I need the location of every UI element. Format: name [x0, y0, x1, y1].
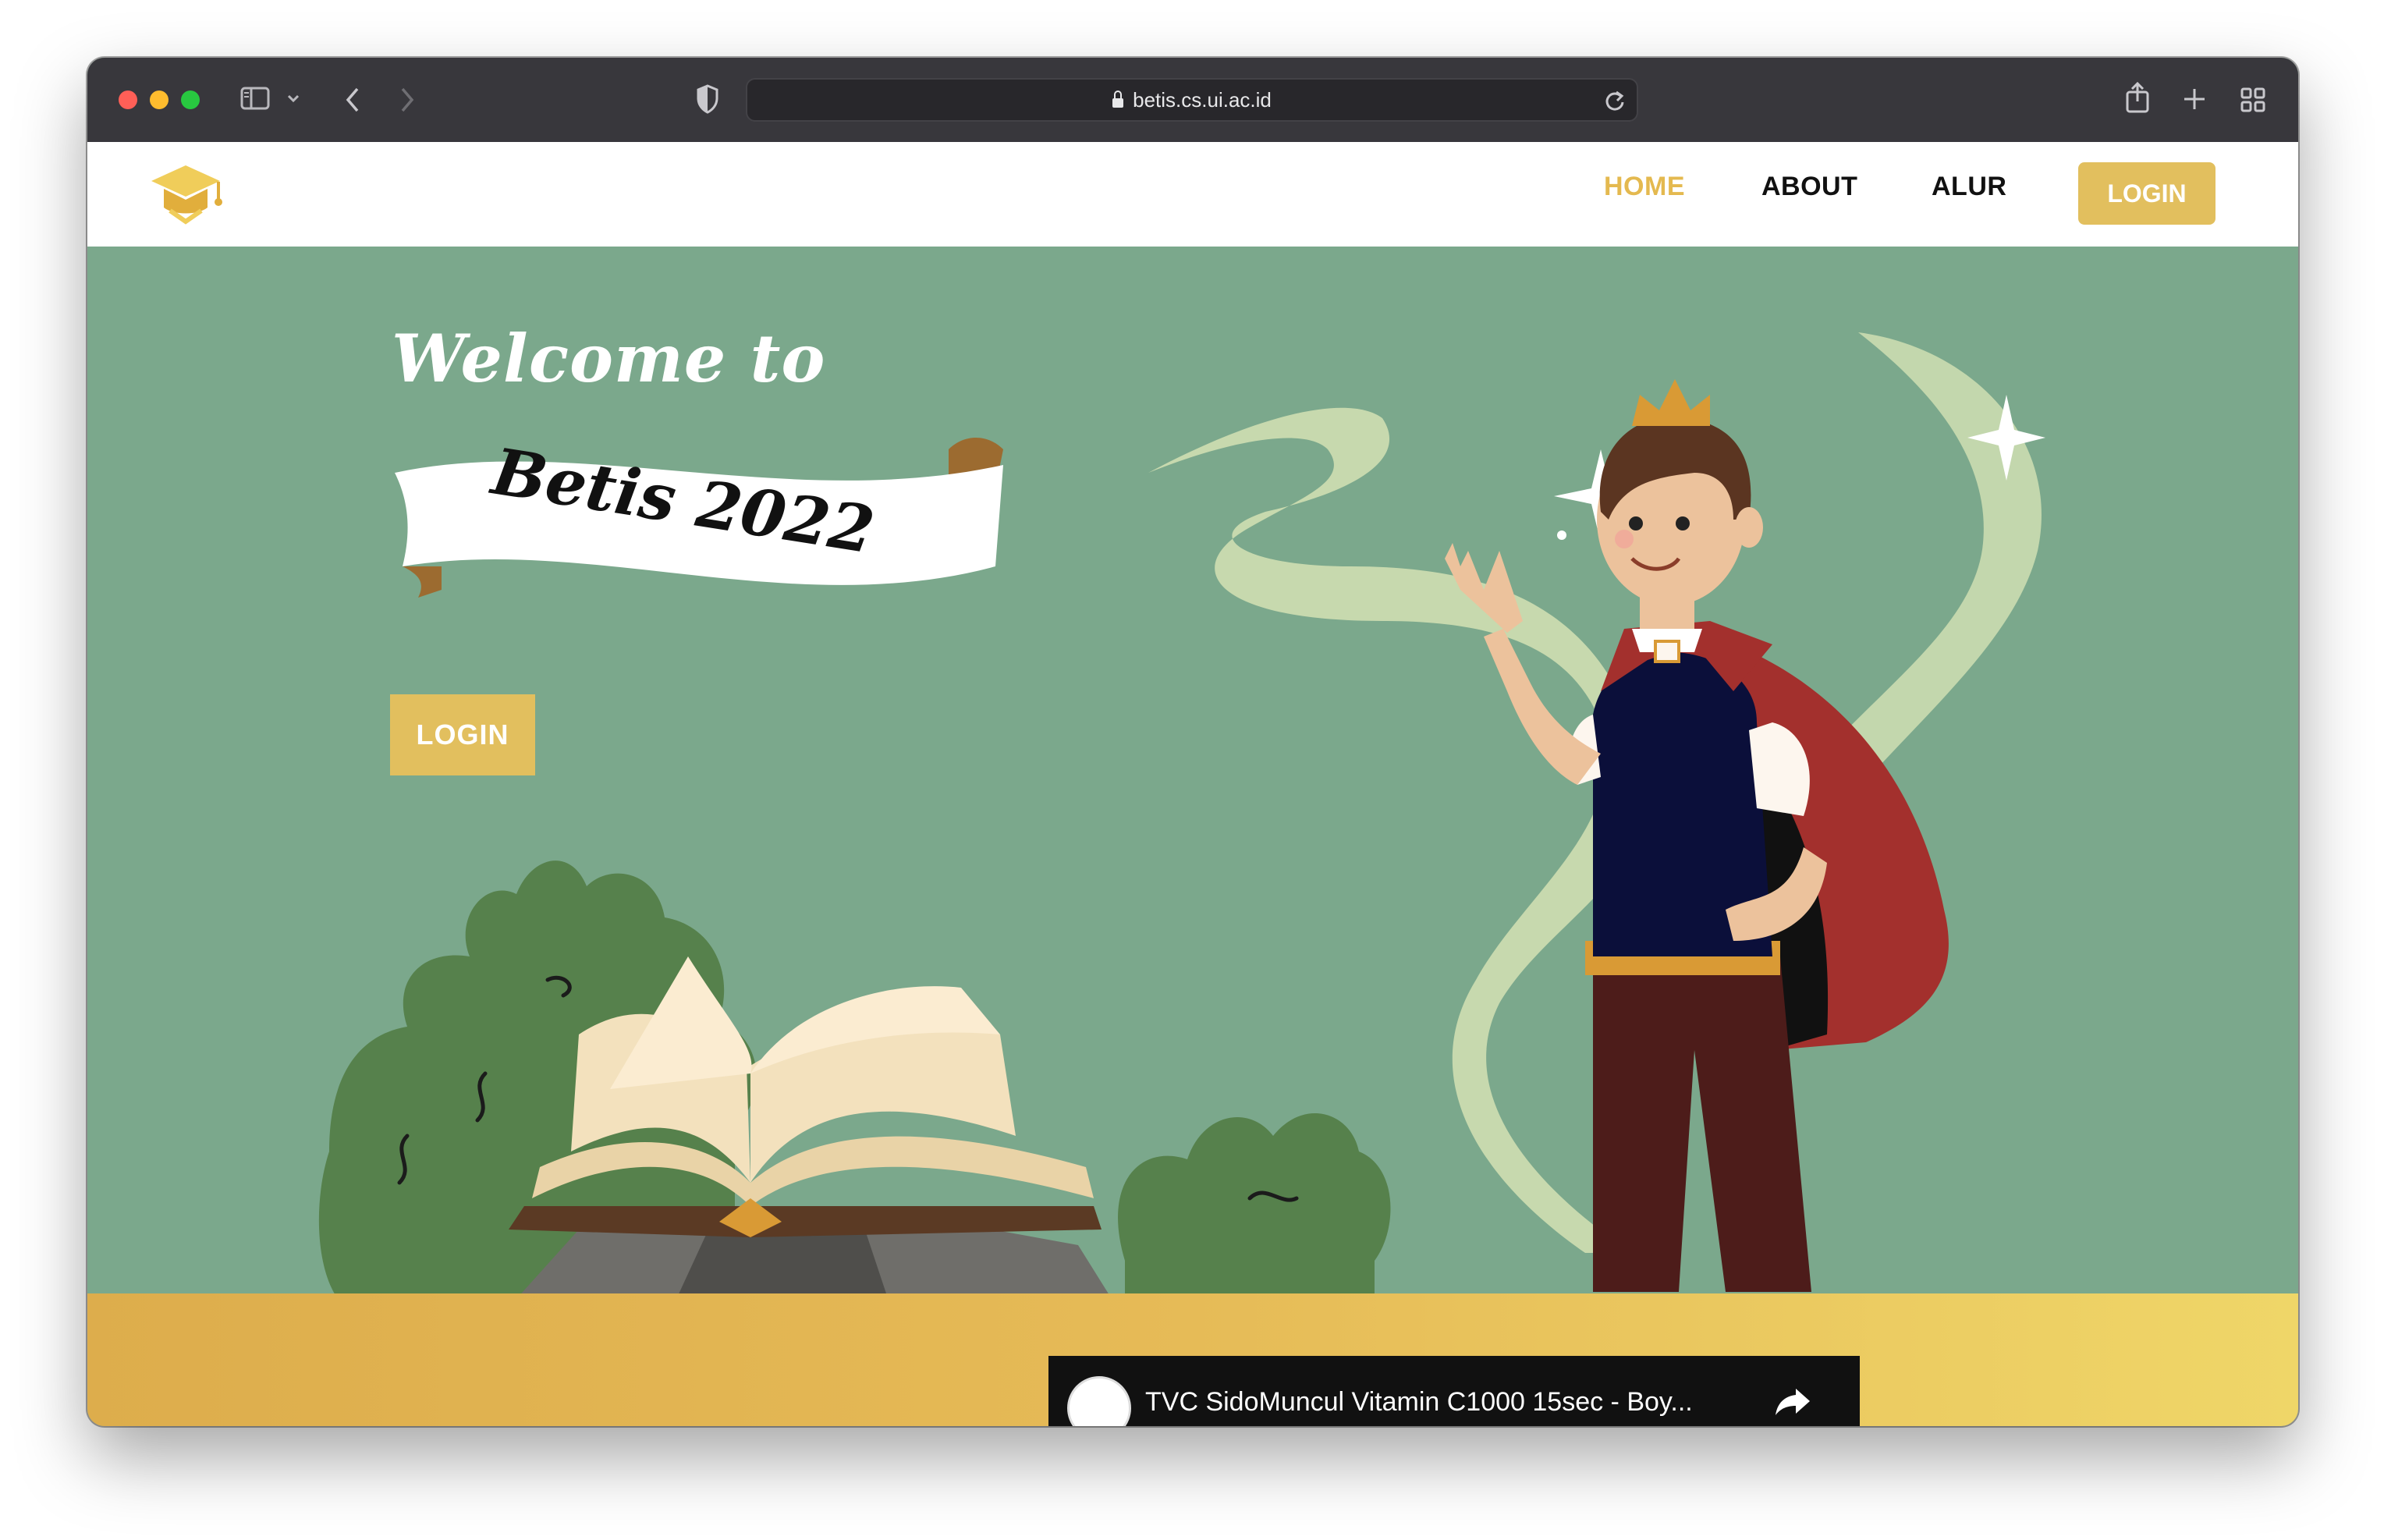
graduation-cap-logo[interactable] [147, 159, 225, 231]
video-share-icon[interactable] [1774, 1386, 1811, 1417]
back-icon[interactable] [343, 86, 362, 114]
url-text: betis.cs.ui.ac.id [1133, 88, 1272, 112]
forward-icon[interactable] [398, 86, 417, 114]
chevron-down-icon[interactable] [286, 90, 301, 106]
tab-overview-icon[interactable] [2240, 87, 2265, 112]
minimize-window-button[interactable] [150, 90, 169, 109]
nav-home[interactable]: HOME [1604, 172, 1685, 202]
book-bush-illustration [318, 860, 1391, 1308]
hero-login-button[interactable]: LOGIN [390, 694, 535, 775]
zoom-window-button[interactable] [181, 90, 200, 109]
browser-toolbar: betis.cs.ui.ac.id [87, 58, 2298, 142]
share-icon[interactable] [2125, 81, 2150, 114]
sidebar-toggle-icon[interactable] [240, 86, 271, 112]
embedded-video[interactable]: TVC SidoMuncul Vitamin C1000 15sec - Boy… [1048, 1356, 1860, 1426]
nav-about[interactable]: ABOUT [1761, 172, 1857, 202]
hero-section: Welcome to Betis 2022 LOGIN [87, 247, 2298, 1308]
nav-alur[interactable]: ALUR [1932, 172, 2006, 202]
reload-icon[interactable] [1604, 89, 1626, 112]
browser-window: betis.cs.ui.ac.id HOME ABOUT ALUR LOGIN … [87, 58, 2298, 1426]
new-tab-icon[interactable] [2183, 87, 2206, 111]
nav-login-button[interactable]: LOGIN [2078, 162, 2215, 225]
welcome-heading: Welcome to [392, 320, 826, 397]
prince-illustration [1445, 379, 1949, 1292]
address-bar[interactable]: betis.cs.ui.ac.id [746, 78, 1638, 122]
privacy-shield-icon[interactable] [696, 84, 719, 114]
channel-avatar-icon[interactable] [1067, 1376, 1131, 1426]
video-title[interactable]: TVC SidoMuncul Vitamin C1000 15sec - Boy… [1145, 1387, 1738, 1418]
site-navbar: HOME ABOUT ALUR LOGIN [87, 142, 2298, 247]
close-window-button[interactable] [119, 90, 137, 109]
lock-icon [1112, 90, 1124, 108]
